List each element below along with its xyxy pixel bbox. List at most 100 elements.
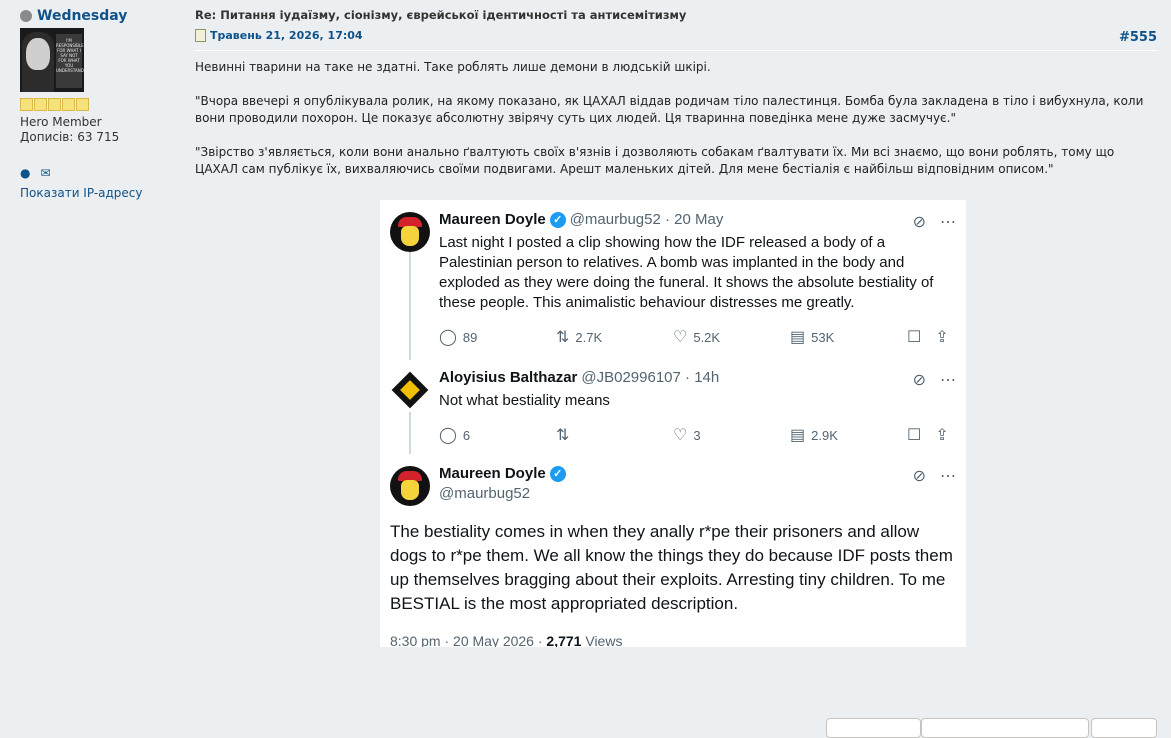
document-icon — [195, 29, 206, 42]
chat-bubble-icon[interactable]: ● — [20, 166, 30, 180]
repost-icon: ⇅ — [556, 329, 570, 346]
views-button[interactable]: ▤ 53K — [790, 327, 907, 347]
contact-icons: ● ✉ — [20, 166, 180, 180]
avatar-face — [26, 38, 50, 70]
more-options-icon[interactable]: ⋯ — [940, 212, 956, 232]
tweet-actions: ◯ 6 ⇅ ♡ 3 ▤ 2.9K ☐ ⇪ — [439, 425, 959, 445]
bottom-button-right[interactable] — [1091, 718, 1157, 738]
tweet-author-name[interactable]: Maureen Doyle — [439, 465, 546, 482]
share-button[interactable]: ⇪ — [935, 425, 948, 445]
post-content: Невинні тварини на таке не здатні. Таке … — [195, 59, 1157, 178]
star-icon — [76, 98, 89, 111]
share-button[interactable]: ⇪ — [935, 327, 948, 347]
post-meta: Травень 21, 2026, 17:04 — [195, 29, 1157, 42]
reply-count: 89 — [462, 329, 478, 345]
avatar-sign-text: I'M RESPONSIBLE FOR WHAT I SAY NOT FOR W… — [56, 34, 84, 88]
reply-count: 6 — [462, 427, 471, 443]
bookmark-icon: ☐ — [907, 329, 922, 346]
share-icon: ⇪ — [935, 427, 949, 444]
post-paragraph: "Звірство з'являється, коли вони анально… — [195, 145, 1115, 176]
tweet-top-actions: ⊘ ⋯ — [913, 466, 956, 486]
author-username[interactable]: Wednesday — [37, 8, 127, 24]
author-panel: Wednesday I'M RESPONSIBLE FOR WHAT I SAY… — [20, 8, 180, 200]
avatar[interactable]: I'M RESPONSIBLE FOR WHAT I SAY NOT FOR W… — [20, 28, 84, 92]
tweet-handle[interactable]: @maurbug52 — [439, 485, 530, 502]
repost-button[interactable]: ⇅ — [556, 425, 673, 445]
like-button[interactable]: ♡ 3 — [673, 425, 790, 445]
reply-icon: ◯ — [439, 427, 457, 444]
author-post-count: Дописів: 63 715 — [20, 130, 120, 144]
avatar[interactable] — [390, 212, 430, 252]
embedded-tweet-screenshot: Maureen Doyle ✓ @maurbug52 · 20 May ⊘ ⋯ … — [380, 200, 966, 647]
tweet-text: Not what bestiality means — [439, 392, 610, 409]
bottom-button-left[interactable] — [826, 718, 921, 738]
star-icon — [20, 98, 33, 111]
tweet-header: Aloyisius Balthazar @JB02996107 · 14h — [439, 369, 719, 386]
bar-chart-icon: ▤ — [790, 329, 806, 346]
author-rank: Hero Member — [20, 115, 102, 129]
avatar-pikachu — [401, 226, 419, 246]
repost-icon: ⇅ — [556, 427, 570, 444]
avatar-pikachu — [401, 480, 419, 500]
tweet-header: Maureen Doyle ✓ @maurbug52 · 20 May — [439, 211, 723, 228]
tweet-footer: 8:30 pm · 20 May 2026 · 2,771 Views — [390, 633, 622, 647]
offline-status-icon — [20, 10, 32, 22]
tweet-top-actions: ⊘ ⋯ — [913, 212, 956, 232]
author-name-row: Wednesday — [20, 8, 180, 24]
repost-button[interactable]: ⇅ 2.7K — [556, 327, 673, 347]
divider — [195, 50, 1157, 51]
tweet-views-count: 2,771 — [546, 633, 582, 647]
post-paragraph: Невинні тварини на таке не здатні. Таке … — [195, 60, 711, 74]
verified-badge-icon: ✓ — [549, 465, 566, 482]
tweet-handle-date[interactable]: @JB02996107 · 14h — [581, 369, 719, 386]
grok-icon[interactable]: ⊘ — [913, 212, 926, 232]
verified-badge-icon: ✓ — [549, 211, 566, 228]
tweet-author-name[interactable]: Aloyisius Balthazar — [439, 369, 577, 386]
like-count: 3 — [693, 427, 701, 443]
post-date[interactable]: Травень 21, 2026, 17:04 — [210, 29, 363, 42]
bottom-button-middle[interactable] — [921, 718, 1089, 738]
tweet-views-label: Views — [585, 633, 623, 647]
tweet-timestamp[interactable]: 8:30 pm · 20 May 2026 · — [390, 633, 546, 647]
bookmark-button[interactable]: ☐ — [907, 327, 921, 347]
more-options-icon[interactable]: ⋯ — [940, 466, 956, 486]
tweet-header: Maureen Doyle ✓ — [439, 465, 566, 482]
bar-chart-icon: ▤ — [790, 427, 806, 444]
more-options-icon[interactable]: ⋯ — [940, 370, 956, 390]
post-title[interactable]: Re: Питання іудаїзму, сіонізму, єврейськ… — [195, 8, 1157, 22]
bookmark-icon: ☐ — [907, 427, 922, 444]
grok-icon[interactable]: ⊘ — [913, 370, 926, 390]
views-button[interactable]: ▤ 2.9K — [790, 425, 907, 445]
post-paragraph: "Вчора ввечері я опублікувала ролик, на … — [195, 94, 1144, 125]
forum-post: Wednesday I'M RESPONSIBLE FOR WHAT I SAY… — [6, 0, 1166, 738]
show-ip-link[interactable]: Показати IP-адресу — [20, 186, 180, 200]
avatar[interactable] — [390, 370, 430, 410]
view-count: 53K — [811, 329, 835, 345]
share-icon: ⇪ — [935, 329, 949, 346]
reply-button[interactable]: ◯ 89 — [439, 327, 556, 347]
view-count: 2.9K — [811, 427, 838, 443]
avatar[interactable] — [390, 466, 430, 506]
tweet-author-name[interactable]: Maureen Doyle — [439, 211, 546, 228]
star-icon — [62, 98, 75, 111]
thread-line — [409, 412, 411, 454]
tweet-actions: ◯ 89 ⇅ 2.7K ♡ 5.2K ▤ 53K ☐ ⇪ — [439, 327, 959, 347]
star-icon — [48, 98, 61, 111]
bookmark-button[interactable]: ☐ — [907, 425, 921, 445]
tweet-handle-row: @maurbug52 — [439, 485, 530, 502]
mail-envelope-icon[interactable]: ✉ — [40, 166, 50, 180]
grok-icon[interactable]: ⊘ — [913, 466, 926, 486]
tweet-main-text: The bestiality comes in when they anally… — [390, 522, 953, 613]
tweet-handle-date[interactable]: @maurbug52 · 20 May — [570, 211, 724, 228]
heart-icon: ♡ — [673, 329, 688, 346]
tweet-text: Last night I posted a clip showing how t… — [439, 234, 934, 311]
like-count: 5.2K — [693, 329, 721, 345]
post-body: Re: Питання іудаїзму, сіонізму, єврейськ… — [195, 8, 1157, 178]
star-icon — [34, 98, 47, 111]
thread-line — [409, 252, 411, 360]
reply-button[interactable]: ◯ 6 — [439, 425, 556, 445]
heart-icon: ♡ — [673, 427, 688, 444]
like-button[interactable]: ♡ 5.2K — [673, 327, 790, 347]
reply-icon: ◯ — [439, 329, 457, 346]
post-number[interactable]: #555 — [1119, 30, 1157, 45]
